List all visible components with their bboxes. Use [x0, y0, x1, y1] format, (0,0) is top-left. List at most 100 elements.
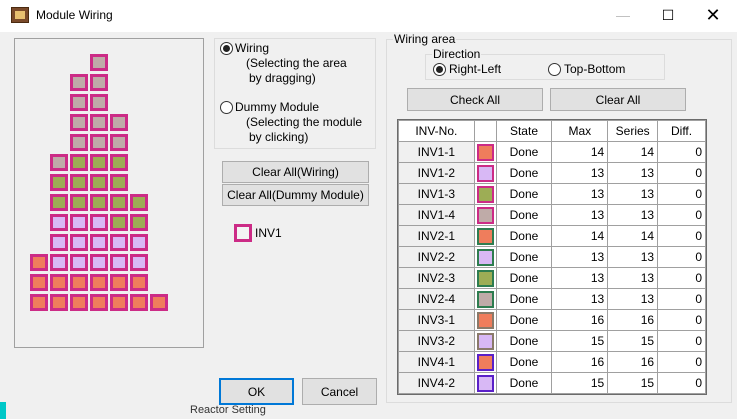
module-cell[interactable] — [70, 274, 88, 291]
table-row[interactable]: INV2-3 Done 13 13 0 — [398, 267, 706, 289]
max-cell[interactable]: 13 — [551, 204, 609, 226]
state-cell[interactable]: Done — [495, 372, 553, 394]
state-cell[interactable]: Done — [495, 330, 553, 352]
state-cell[interactable]: Done — [495, 267, 553, 289]
series-cell[interactable]: 13 — [607, 267, 659, 289]
diff-cell[interactable]: 0 — [657, 141, 706, 163]
module-cell[interactable] — [90, 254, 108, 271]
dummy-module-radio-label[interactable]: Dummy Module — [235, 100, 319, 114]
header-max[interactable]: Max — [551, 120, 609, 142]
clear-all-button[interactable]: Clear All — [550, 88, 686, 111]
module-cell[interactable] — [70, 94, 88, 111]
maximize-button[interactable]: ☐ — [645, 0, 691, 30]
module-cell[interactable] — [90, 94, 108, 111]
max-cell[interactable]: 15 — [551, 330, 609, 352]
module-cell[interactable] — [50, 274, 68, 291]
table-row[interactable]: INV1-1 Done 14 14 0 — [398, 141, 706, 163]
module-cell[interactable] — [130, 254, 148, 271]
state-cell[interactable]: Done — [495, 225, 553, 247]
inv-no-cell[interactable]: INV3-2 — [398, 330, 475, 352]
module-cell[interactable] — [150, 294, 168, 311]
module-cell[interactable] — [90, 214, 108, 231]
series-cell[interactable]: 16 — [607, 351, 659, 373]
module-cell[interactable] — [50, 174, 68, 191]
series-cell[interactable]: 16 — [607, 309, 659, 331]
module-cell[interactable] — [90, 294, 108, 311]
table-row[interactable]: INV1-2 Done 13 13 0 — [398, 162, 706, 184]
module-cell[interactable] — [90, 114, 108, 131]
diff-cell[interactable]: 0 — [657, 246, 706, 268]
color-swatch-cell[interactable] — [473, 372, 497, 394]
color-swatch-cell[interactable] — [473, 351, 497, 373]
module-cell[interactable] — [130, 234, 148, 251]
diff-cell[interactable]: 0 — [657, 330, 706, 352]
max-cell[interactable]: 14 — [551, 225, 609, 247]
table-row[interactable]: INV3-2 Done 15 15 0 — [398, 330, 706, 352]
table-row[interactable]: INV2-4 Done 13 13 0 — [398, 288, 706, 310]
right-left-radio[interactable] — [433, 63, 446, 76]
header-series[interactable]: Series — [607, 120, 659, 142]
inv-no-cell[interactable]: INV1-4 — [398, 204, 475, 226]
series-cell[interactable]: 13 — [607, 162, 659, 184]
close-button[interactable]: ✕ — [690, 0, 736, 30]
color-swatch-cell[interactable] — [473, 309, 497, 331]
ok-button[interactable]: OK — [219, 378, 294, 405]
module-cell[interactable] — [70, 214, 88, 231]
inverter-table[interactable]: INV-No. State Max Series Diff. INV1-1 Don… — [397, 119, 707, 395]
module-cell[interactable] — [70, 114, 88, 131]
module-cell[interactable] — [110, 234, 128, 251]
module-cell[interactable] — [70, 194, 88, 211]
module-cell[interactable] — [70, 174, 88, 191]
module-cell[interactable] — [50, 234, 68, 251]
module-cell[interactable] — [50, 294, 68, 311]
state-cell[interactable]: Done — [495, 309, 553, 331]
state-cell[interactable]: Done — [495, 162, 553, 184]
module-cell[interactable] — [110, 214, 128, 231]
max-cell[interactable]: 14 — [551, 141, 609, 163]
max-cell[interactable]: 16 — [551, 351, 609, 373]
check-all-button[interactable]: Check All — [407, 88, 543, 111]
color-swatch-cell[interactable] — [473, 183, 497, 205]
color-swatch-cell[interactable] — [473, 162, 497, 184]
color-swatch-cell[interactable] — [473, 141, 497, 163]
table-row[interactable]: INV3-1 Done 16 16 0 — [398, 309, 706, 331]
diff-cell[interactable]: 0 — [657, 309, 706, 331]
dummy-module-radio[interactable] — [220, 101, 233, 114]
module-cell[interactable] — [70, 234, 88, 251]
wiring-radio-label[interactable]: Wiring — [235, 41, 269, 55]
header-inv-no[interactable]: INV-No. — [398, 120, 475, 142]
series-cell[interactable]: 13 — [607, 204, 659, 226]
module-cell[interactable] — [110, 134, 128, 151]
series-cell[interactable]: 13 — [607, 246, 659, 268]
module-cell[interactable] — [50, 154, 68, 171]
module-cell[interactable] — [70, 254, 88, 271]
diff-cell[interactable]: 0 — [657, 288, 706, 310]
table-row[interactable]: INV2-2 Done 13 13 0 — [398, 246, 706, 268]
diff-cell[interactable]: 0 — [657, 183, 706, 205]
inv-no-cell[interactable]: INV2-3 — [398, 267, 475, 289]
series-cell[interactable]: 14 — [607, 141, 659, 163]
diff-cell[interactable]: 0 — [657, 162, 706, 184]
clear-dummy-module-button[interactable]: Clear All(Dummy Module) — [222, 184, 369, 206]
module-cell[interactable] — [90, 54, 108, 71]
module-cell[interactable] — [70, 134, 88, 151]
cancel-button[interactable]: Cancel — [302, 378, 377, 405]
module-cell[interactable] — [90, 74, 108, 91]
max-cell[interactable]: 13 — [551, 288, 609, 310]
diff-cell[interactable]: 0 — [657, 267, 706, 289]
module-cell[interactable] — [130, 194, 148, 211]
module-cell[interactable] — [90, 174, 108, 191]
series-cell[interactable]: 13 — [607, 288, 659, 310]
module-cell[interactable] — [90, 274, 108, 291]
diff-cell[interactable]: 0 — [657, 225, 706, 247]
module-cell[interactable] — [110, 294, 128, 311]
inv-no-cell[interactable]: INV3-1 — [398, 309, 475, 331]
module-cell[interactable] — [130, 274, 148, 291]
table-row[interactable]: INV4-1 Done 16 16 0 — [398, 351, 706, 373]
series-cell[interactable]: 13 — [607, 183, 659, 205]
color-swatch-cell[interactable] — [473, 204, 497, 226]
module-cell[interactable] — [30, 274, 48, 291]
inv-no-cell[interactable]: INV1-3 — [398, 183, 475, 205]
table-row[interactable]: INV1-4 Done 13 13 0 — [398, 204, 706, 226]
inv-no-cell[interactable]: INV4-2 — [398, 372, 475, 394]
